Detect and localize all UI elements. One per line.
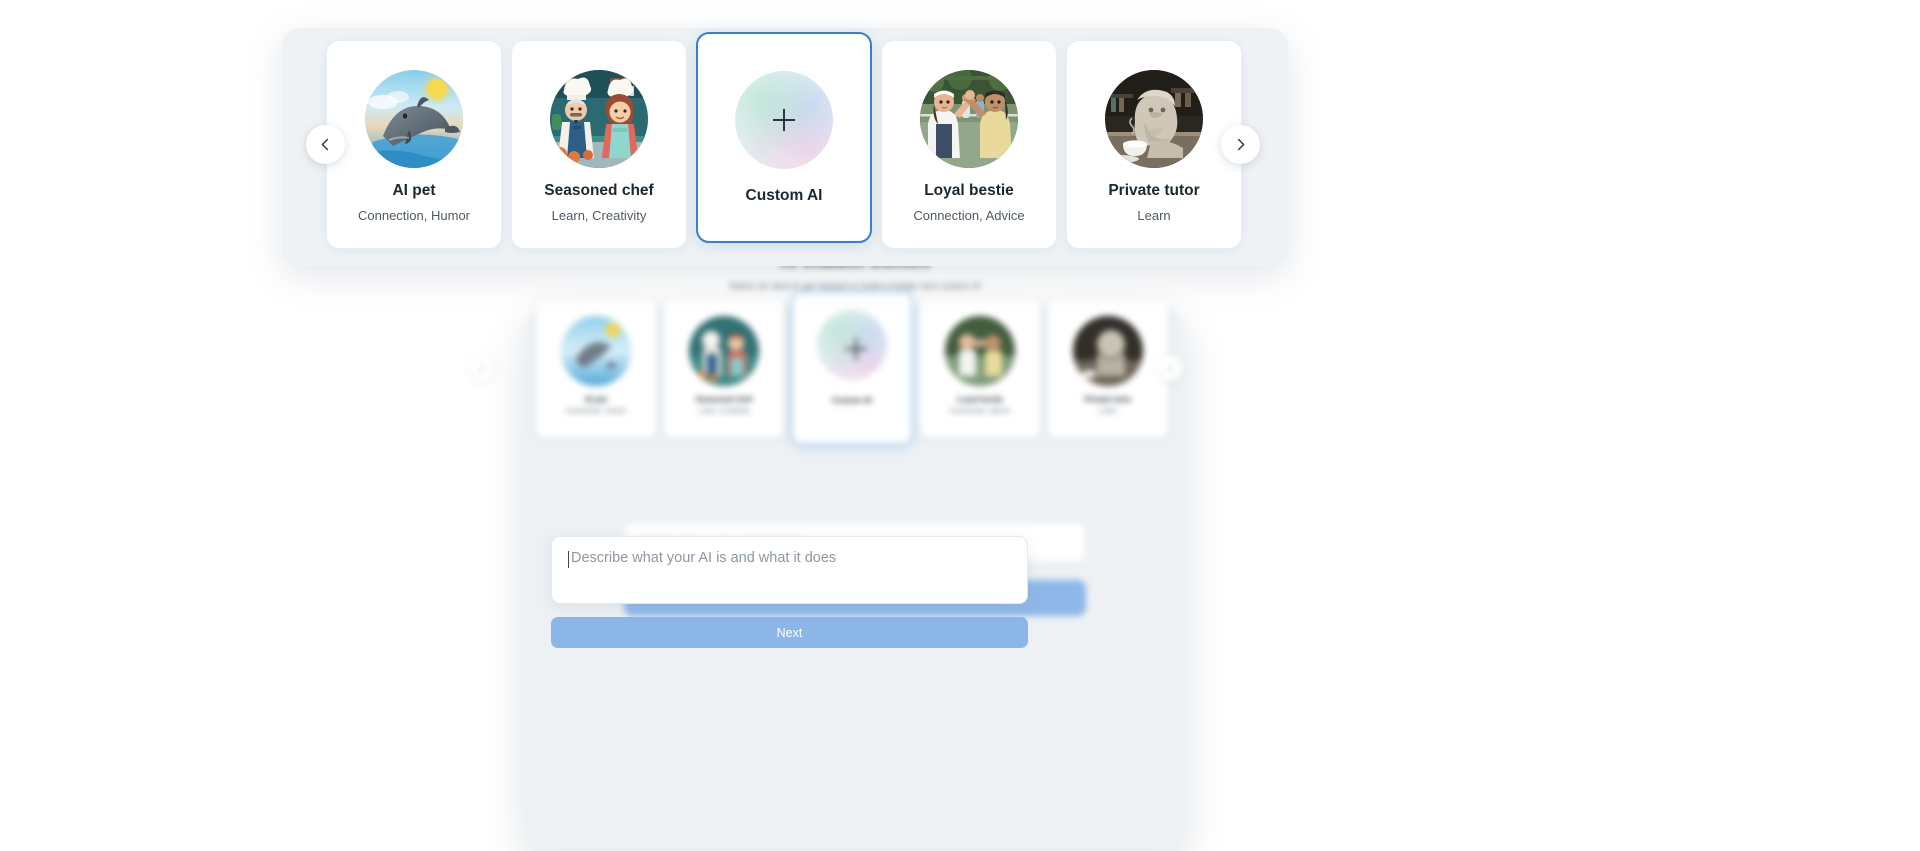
description-textarea-placeholder: Describe what your AI is and what it doe… xyxy=(571,550,837,566)
chefs-avatar-icon xyxy=(689,316,759,386)
background-theme-card: Seasoned chef Learn, Creativity xyxy=(663,297,785,439)
next-button[interactable]: Next xyxy=(551,617,1028,648)
description-textarea[interactable]: Describe what your AI is and what it doe… xyxy=(551,536,1028,604)
dolphin-avatar-icon xyxy=(561,316,631,386)
plus-icon xyxy=(773,108,795,131)
theme-card-title: Custom AI xyxy=(745,186,823,204)
background-theme-card: AI pet Connection, Humor xyxy=(535,297,657,439)
background-carousel-next-icon: › xyxy=(1157,355,1183,381)
theme-card-title: Seasoned chef xyxy=(544,182,654,199)
background-card-title: Loyal bestie xyxy=(956,395,1004,404)
background-card-subtitle: Learn xyxy=(1099,408,1117,415)
theme-card-subtitle: Connection, Humor xyxy=(358,208,470,223)
chevron-right-icon xyxy=(1233,137,1248,152)
background-card-subtitle: Learn, Creativity xyxy=(698,408,750,415)
theme-card-subtitle: Connection, Advice xyxy=(913,208,1025,223)
background-carousel: ‹ AI pet Connection, Humor Seasoned chef… xyxy=(467,291,1187,492)
background-theme-card: Loyal bestie Connection, Advice xyxy=(919,297,1041,439)
plus-icon xyxy=(845,338,867,360)
background-theme-card: Private tutor Learn xyxy=(1047,297,1169,439)
background-theme-card-selected: Custom AI xyxy=(791,291,913,445)
theme-card-title: AI pet xyxy=(392,182,436,199)
background-card-title: Seasoned chef xyxy=(695,395,753,404)
theme-card-seasoned-chef[interactable]: Seasoned chef Learn, Creativity xyxy=(511,40,687,249)
background-card-title: Custom AI xyxy=(832,396,872,405)
text-cursor xyxy=(568,551,569,568)
theme-card-ai-pet[interactable]: AI pet Connection, Humor xyxy=(326,40,502,249)
plus-orb-icon xyxy=(735,70,833,169)
background-card-title: Private tutor xyxy=(1084,395,1132,404)
theme-card-loyal-bestie[interactable]: Loyal bestie Connection, Advice xyxy=(881,40,1057,249)
theme-carousel: AI pet Connection, Humor Seasoned chef L… xyxy=(326,32,1242,249)
carousel-prev-button[interactable] xyxy=(306,125,345,164)
theme-card-title: Loyal bestie xyxy=(924,182,1014,199)
theme-card-private-tutor[interactable]: Private tutor Learn xyxy=(1066,40,1242,249)
theme-card-subtitle: Learn, Creativity xyxy=(551,208,647,223)
theme-card-custom-ai[interactable]: Custom AI xyxy=(696,32,872,243)
bestie-avatar-icon xyxy=(945,316,1015,386)
chevron-left-icon xyxy=(318,137,333,152)
chefs-avatar-icon xyxy=(550,70,648,168)
tutor-avatar-icon xyxy=(1105,70,1203,168)
background-card-subtitle: Connection, Advice xyxy=(950,408,1010,415)
theme-card-title: Private tutor xyxy=(1108,182,1200,199)
app-stage: AI chatbot themes Select an idea to get … xyxy=(0,0,1920,851)
theme-card-subtitle: Learn xyxy=(1137,208,1171,223)
bestie-avatar-icon xyxy=(920,70,1018,168)
carousel-next-button[interactable] xyxy=(1221,125,1260,164)
tutor-avatar-icon xyxy=(1073,316,1143,386)
dolphin-avatar-icon xyxy=(365,70,463,168)
background-card-subtitle: Connection, Humor xyxy=(565,408,627,415)
plus-orb-icon xyxy=(817,310,887,380)
background-card-title: AI pet xyxy=(584,395,608,404)
background-carousel-prev-icon: ‹ xyxy=(469,355,495,381)
